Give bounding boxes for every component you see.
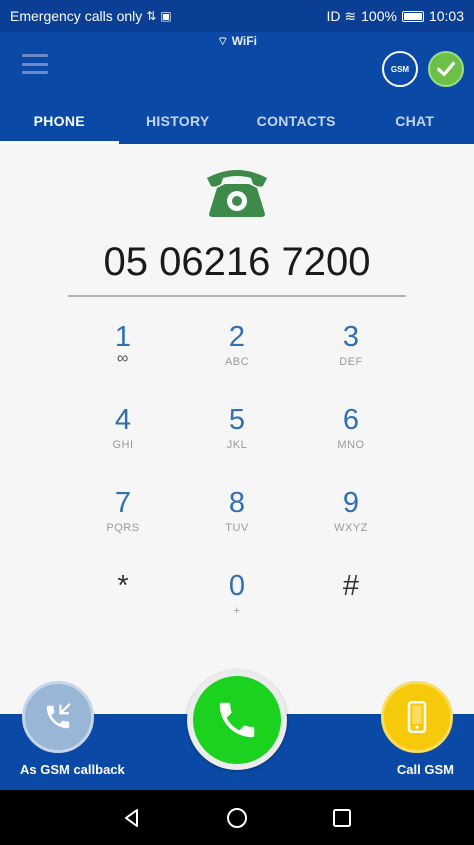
dialer-panel: 05 06216 7200 1 ∞ 2 ABC 3 DEF 4 GHI 5 JK… xyxy=(0,144,474,714)
tab-bar: PHONE HISTORY CONTACTS CHAT xyxy=(0,98,474,144)
dialed-number: 05 06216 7200 xyxy=(103,240,371,284)
key-6[interactable]: 6 MNO xyxy=(294,403,408,479)
callback-label: As GSM callback xyxy=(20,762,125,777)
tab-history[interactable]: HISTORY xyxy=(119,98,238,144)
data-transfer-icon: ⇅ xyxy=(146,9,157,23)
key-5[interactable]: 5 JKL xyxy=(180,403,294,479)
key-hash[interactable]: # xyxy=(294,569,408,645)
network-label: WiFi xyxy=(231,34,257,48)
key-2[interactable]: 2 ABC xyxy=(180,320,294,396)
telephone-icon xyxy=(207,170,267,217)
key-9[interactable]: 9 WXYZ xyxy=(294,486,408,562)
number-underline xyxy=(68,295,406,297)
battery-icon xyxy=(401,10,424,22)
gsm-badge-text: GSM xyxy=(390,64,410,74)
key-8[interactable]: 8 TUV xyxy=(180,486,294,562)
status-extra-icons: ID ≋ xyxy=(326,7,357,24)
battery-percent: 100% xyxy=(361,8,397,24)
key-7[interactable]: 7 PQRS xyxy=(66,486,180,562)
gsm-mode-button[interactable]: GSM xyxy=(382,51,418,87)
tab-contacts[interactable]: CONTACTS xyxy=(237,98,356,144)
key-3[interactable]: 3 DEF xyxy=(294,320,408,396)
recents-button[interactable] xyxy=(329,805,355,831)
key-1[interactable]: 1 ∞ xyxy=(66,320,180,396)
call-button[interactable] xyxy=(193,676,281,764)
home-circle-icon xyxy=(226,807,247,828)
recents-square-icon xyxy=(332,808,351,827)
carrier-text: Emergency calls only xyxy=(10,8,143,24)
clock: 10:03 xyxy=(428,8,464,24)
callback-icon xyxy=(46,703,71,729)
mobile-phone-icon xyxy=(407,701,427,733)
app-bar: ⌔ WiFi GSM xyxy=(0,32,474,98)
call-gsm-label: Call GSM xyxy=(396,762,454,777)
notification-icon: ▣ xyxy=(160,9,172,23)
wifi-icon: ⌔ xyxy=(217,34,229,48)
key-4[interactable]: 4 GHI xyxy=(66,403,180,479)
system-nav-bar xyxy=(0,790,474,845)
network-indicator: ⌔ WiFi xyxy=(0,34,474,49)
voicemail-icon: ∞ xyxy=(117,350,129,367)
key-star[interactable]: * xyxy=(66,569,180,645)
call-button-ring xyxy=(187,670,287,770)
phone-handset-icon xyxy=(219,702,255,738)
home-button[interactable] xyxy=(224,805,250,831)
status-bar: Emergency calls only ⇅ ▣ ID ≋ 100% 10:03 xyxy=(0,0,474,32)
call-gsm-button[interactable] xyxy=(381,681,453,753)
gsm-callback-button[interactable] xyxy=(22,681,94,753)
back-triangle-icon xyxy=(125,808,139,827)
menu-button[interactable] xyxy=(22,54,48,74)
hamburger-icon xyxy=(22,54,48,57)
checkmark-icon xyxy=(437,61,455,77)
tab-chat[interactable]: CHAT xyxy=(356,98,474,144)
tab-phone[interactable]: PHONE xyxy=(0,98,119,144)
status-ok-button[interactable] xyxy=(428,51,464,87)
key-0[interactable]: 0 + xyxy=(180,569,294,645)
back-button[interactable] xyxy=(119,805,145,831)
